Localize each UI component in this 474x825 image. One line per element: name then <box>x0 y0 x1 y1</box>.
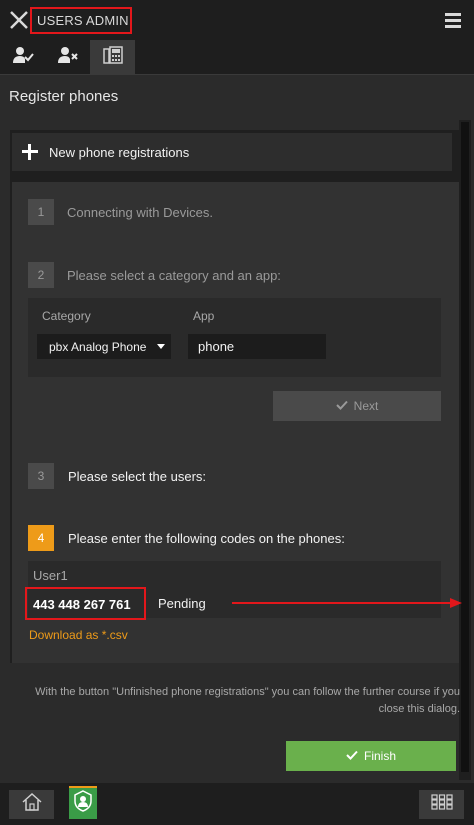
next-label: Next <box>353 399 379 413</box>
category-select[interactable]: pbx Analog Phone <box>37 334 171 359</box>
page-title: Register phones <box>9 88 119 105</box>
step-1-number: 1 <box>28 199 54 225</box>
tab-user-remove[interactable] <box>45 40 90 75</box>
step-1-label: Connecting with Devices. <box>67 205 213 220</box>
apps-grid-icon <box>430 794 453 815</box>
finish-label: Finish <box>363 749 396 763</box>
step-2-number: 2 <box>28 262 54 288</box>
finish-button[interactable]: Finish <box>286 741 456 771</box>
users-admin-button[interactable] <box>69 786 97 819</box>
app-title: USERS ADMIN <box>30 7 132 34</box>
hamburger-menu-icon[interactable] <box>444 11 462 29</box>
phone-device-icon <box>102 46 123 69</box>
home-icon <box>21 792 43 817</box>
step-2-label: Please select a category and an app: <box>67 268 281 283</box>
next-button[interactable]: Next <box>273 391 441 421</box>
home-button[interactable] <box>9 790 54 819</box>
arrow-annotation <box>232 595 464 611</box>
category-label: Category <box>42 309 91 323</box>
info-text: With the button "Unfinished phone regist… <box>35 686 460 715</box>
app-label: App <box>193 309 215 323</box>
close-icon[interactable] <box>8 9 30 31</box>
tab-user-check[interactable] <box>0 40 45 75</box>
scrollbar-thumb[interactable] <box>461 122 469 772</box>
step-3-number: 3 <box>28 463 54 489</box>
user-name: User1 <box>33 568 68 583</box>
user-remove-icon <box>57 46 79 69</box>
category-selected-value: pbx Analog Phone <box>49 340 147 354</box>
new-phone-registrations-button[interactable]: New phone registrations <box>12 133 452 171</box>
users-admin-icon <box>73 790 93 817</box>
user-check-icon <box>12 46 34 69</box>
step-4-number: 4 <box>28 525 54 551</box>
app-field[interactable]: phone <box>188 334 326 359</box>
check-icon <box>335 399 348 413</box>
step-3-label: Please select the users: <box>68 469 207 484</box>
plus-icon <box>22 144 38 160</box>
check-icon <box>346 749 358 763</box>
registration-status: Pending <box>158 596 206 611</box>
download-csv-link[interactable]: Download as *.csv <box>29 628 128 642</box>
apps-grid-button[interactable] <box>419 790 464 819</box>
registration-code: 443 448 267 761 <box>25 587 146 620</box>
new-registrations-label: New phone registrations <box>49 144 190 160</box>
step-4-label: Please enter the following codes on the … <box>68 531 345 546</box>
caret-down-icon <box>157 344 165 349</box>
tab-phone-registration[interactable] <box>90 40 135 75</box>
